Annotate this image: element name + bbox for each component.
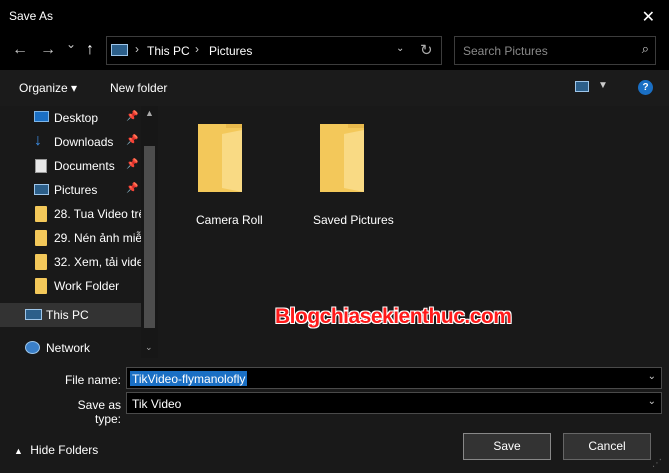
sidebar-item-downloads[interactable]: ↓ Downloads 📌 xyxy=(0,130,141,154)
pin-icon[interactable]: 📌 xyxy=(126,111,138,122)
sidebar-item-label: 29. Nén ảnh miễ xyxy=(54,231,143,245)
sidebar-item-label: Documents xyxy=(54,159,115,173)
folder-icon xyxy=(35,206,47,222)
view-options-chevron-icon[interactable]: ▼ xyxy=(598,80,608,91)
sidebar-item-desktop[interactable]: Desktop 📌 xyxy=(0,106,141,130)
sidebar-item-label: Work Folder xyxy=(54,279,120,293)
back-arrow-icon[interactable]: ← xyxy=(12,41,28,59)
scroll-down-icon[interactable]: ⌄ xyxy=(145,342,153,353)
pin-icon[interactable]: 📌 xyxy=(126,135,138,146)
help-icon[interactable]: ? xyxy=(638,80,653,95)
new-folder-button[interactable]: New folder xyxy=(110,81,167,95)
pin-icon[interactable]: 📌 xyxy=(126,183,138,194)
window-title: Save As xyxy=(9,9,54,23)
navigation-scrollbar[interactable]: ▲ ⌄ xyxy=(141,106,158,358)
sidebar-item-label: 28. Tua Video trê xyxy=(54,207,146,221)
sidebar-item-folder-28[interactable]: 28. Tua Video trê xyxy=(0,202,145,226)
network-icon xyxy=(25,341,40,354)
save-button[interactable]: Save xyxy=(463,433,551,460)
sidebar-item-label: This PC xyxy=(46,308,89,322)
sidebar-item-label: Desktop xyxy=(54,111,99,125)
sidebar-item-label: Network xyxy=(46,341,91,355)
save-as-type-value: Tik Video xyxy=(132,397,182,411)
search-box[interactable]: ⌕ xyxy=(454,36,656,65)
sidebar-item-documents[interactable]: Documents 📌 xyxy=(0,154,141,178)
sidebar-item-network[interactable]: Network xyxy=(0,336,141,358)
scrollbar-thumb[interactable] xyxy=(144,146,155,328)
chevron-down-icon[interactable]: ⌄ xyxy=(648,396,656,407)
refresh-icon[interactable]: ↻ xyxy=(420,41,433,59)
hide-folders-toggle[interactable]: ▲ Hide Folders xyxy=(14,443,98,457)
change-view-icon[interactable] xyxy=(575,81,589,92)
this-pc-icon xyxy=(111,44,128,56)
search-input[interactable] xyxy=(455,37,635,64)
sidebar-item-folder-29[interactable]: 29. Nén ảnh miễ xyxy=(0,226,143,250)
sidebar-item-pictures[interactable]: Pictures 📌 xyxy=(0,178,141,202)
organize-button[interactable]: Organize ▾ xyxy=(19,81,77,95)
document-icon xyxy=(35,159,47,173)
chevron-down-icon[interactable]: ⌄ xyxy=(648,371,656,382)
folder-name: Saved Pictures xyxy=(313,213,394,227)
breadcrumb-separator-icon: › xyxy=(195,42,199,56)
save-as-type-label: Save as type: xyxy=(77,398,121,426)
folder-item-camera-roll[interactable]: Camera Roll xyxy=(170,110,270,227)
file-name-label: File name: xyxy=(64,373,121,387)
command-toolbar: Organize ▾ New folder ▼ ? xyxy=(0,70,669,106)
folder-icon xyxy=(35,278,47,294)
save-as-type-select[interactable]: Tik Video ⌄ xyxy=(126,392,662,414)
scroll-up-icon[interactable]: ▲ xyxy=(145,108,154,118)
up-arrow-icon[interactable]: ↑ xyxy=(86,41,94,59)
computer-icon xyxy=(25,309,42,320)
address-bar[interactable]: › This PC › Pictures ⌄ ↻ xyxy=(106,36,442,65)
sidebar-item-work-folder[interactable]: Work Folder xyxy=(0,274,141,298)
sidebar-item-label: Pictures xyxy=(54,183,98,197)
chevron-up-icon: ▲ xyxy=(14,446,23,456)
sidebar-item-label: 32. Xem, tải vide xyxy=(54,255,144,269)
folder-icon xyxy=(320,124,364,192)
cancel-button[interactable]: Cancel xyxy=(563,433,651,460)
folder-icon xyxy=(35,254,47,270)
folder-icon xyxy=(35,230,47,246)
forward-arrow-icon[interactable]: → xyxy=(40,41,56,59)
recent-locations-chevron-icon[interactable]: ⌄ xyxy=(66,37,76,51)
sidebar-item-folder-32[interactable]: 32. Xem, tải vide xyxy=(0,250,144,274)
file-name-value[interactable]: TikVideo-flymanolofly xyxy=(130,371,248,386)
file-name-field[interactable]: TikVideo-flymanolofly ⌄ xyxy=(126,367,662,389)
download-icon: ↓ xyxy=(34,132,42,149)
pin-icon[interactable]: 📌 xyxy=(126,159,138,170)
pictures-icon xyxy=(34,184,49,195)
folder-icon xyxy=(198,124,242,192)
address-dropdown-icon[interactable]: ⌄ xyxy=(396,43,404,54)
resize-grip-icon[interactable]: ⋰ xyxy=(652,458,662,469)
breadcrumb-separator-icon: › xyxy=(135,42,139,56)
watermark-text: Blogchiasekienthuc.com xyxy=(275,305,512,328)
sidebar-item-label: Downloads xyxy=(54,135,114,149)
breadcrumb-pictures[interactable]: Pictures xyxy=(209,44,252,58)
folder-item-saved-pictures[interactable]: Saved Pictures xyxy=(292,110,394,227)
search-icon[interactable]: ⌕ xyxy=(642,41,649,57)
sidebar-item-this-pc[interactable]: This PC xyxy=(0,303,141,327)
close-icon[interactable]: ✕ xyxy=(642,7,655,27)
hide-folders-label: Hide Folders xyxy=(30,443,99,457)
desktop-icon xyxy=(34,111,49,122)
navigation-pane: Desktop 📌 ↓ Downloads 📌 Documents 📌 Pict… xyxy=(0,106,158,358)
title-bar: Save As ✕ xyxy=(0,0,669,33)
breadcrumb-this-pc[interactable]: This PC xyxy=(147,44,190,58)
